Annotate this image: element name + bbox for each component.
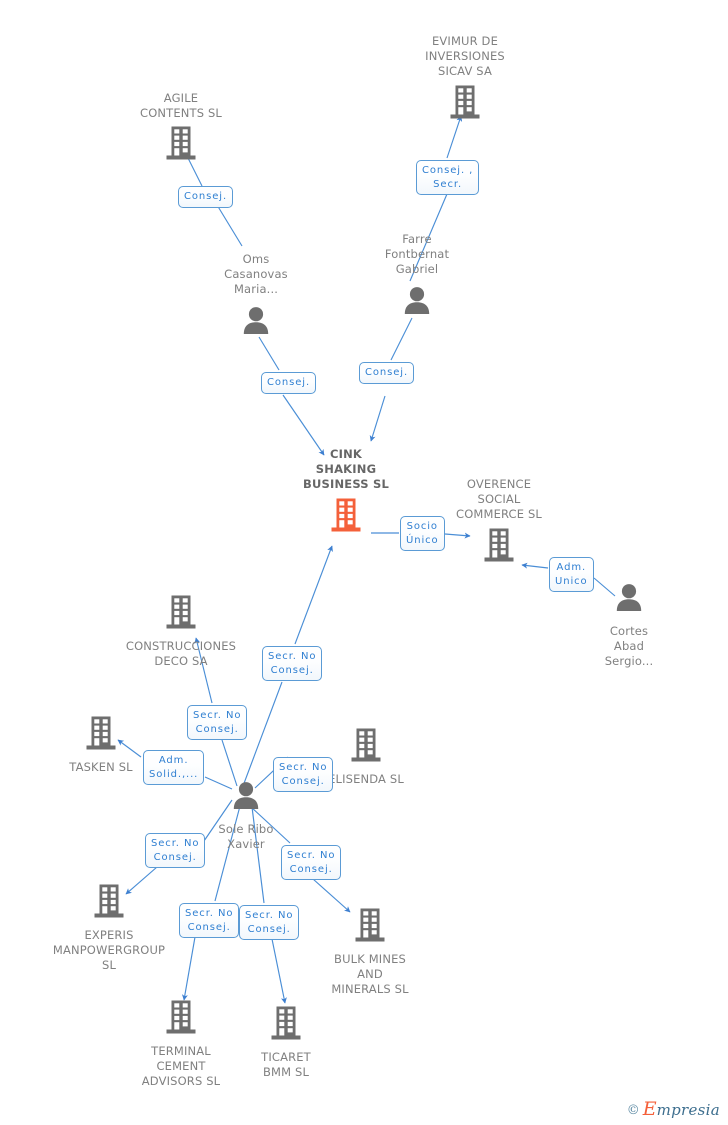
relation-label-oms-to-cink[interactable]: Consej. [261, 372, 317, 394]
node-label: TERMINAL CEMENT ADVISORS SL [141, 1044, 221, 1088]
company-building-icon [355, 908, 385, 942]
edge-sole-to-r9 [204, 776, 233, 790]
node-label: Cortes Abad Sergio... [604, 624, 654, 668]
company-building-icon [271, 1006, 301, 1040]
edge-r2-to-evimur [446, 115, 463, 159]
edge-r9-to-tasken [117, 739, 142, 758]
node-label: TASKEN SL [69, 760, 133, 774]
edge-sole-to-r8 [221, 739, 238, 787]
edge-farre-to-r4 [390, 317, 413, 361]
node-label: EVIMUR DE INVERSIONES SICAV SA [425, 34, 505, 78]
edge-r13-to-terminal [181, 936, 196, 1001]
relationship-graph-canvas: AGILE CONTENTS SL EVIMUR DE INVERSIONES S… [0, 0, 728, 1125]
edge-paths [117, 115, 616, 1004]
company-building-icon [484, 528, 514, 562]
node-label: BULK MINES AND MINERALS SL [331, 952, 409, 996]
edge-r7-to-cink [294, 545, 333, 645]
company-building-icon [166, 1000, 196, 1034]
node-label: Oms Casanovas Maria... [224, 252, 288, 296]
node-label: AGILE CONTENTS SL [140, 91, 222, 120]
relation-label-sole-to-terminal[interactable]: Secr. No Consej. [179, 903, 240, 938]
edge-sole-to-r13 [214, 805, 241, 902]
brand-wordmark: Empresia [642, 1098, 720, 1120]
relation-label-sole-to-bulk[interactable]: Secr. No Consej. [281, 845, 342, 880]
relation-label-farre-to-cink[interactable]: Consej. [359, 362, 415, 384]
company-building-icon [450, 85, 480, 119]
edge-r4-to-cink [369, 395, 386, 442]
company-building-icon [351, 728, 381, 762]
company-building-icon [166, 595, 196, 629]
edge-r3-to-cink [282, 394, 325, 456]
node-label: Sole Ribo Xavier [218, 822, 274, 851]
edge-r5-to-overence [444, 532, 471, 539]
relation-label-sole-to-ticaret[interactable]: Secr. No Consej. [239, 905, 300, 940]
company-building-icon [86, 716, 116, 750]
company-building-icon [331, 498, 361, 532]
person-icon [616, 583, 642, 611]
edge-r12-to-bulk [312, 878, 351, 913]
node-label: EXPERIS MANPOWERGROUP SL [52, 928, 166, 972]
relation-label-sole-to-elisenda[interactable]: Secr. No Consej. [273, 757, 334, 792]
edge-cortes-to-r6 [593, 577, 616, 597]
relation-label-cortes-to-overence[interactable]: Adm. Unico [549, 557, 594, 592]
edge-r11-to-experis [125, 866, 158, 895]
relation-label-sole-to-cink[interactable]: Secr. No Consej. [262, 646, 323, 681]
relation-label-sole-to-construcciones[interactable]: Secr. No Consej. [187, 705, 248, 740]
edge-r6-to-overence [521, 562, 549, 569]
person-icon [233, 781, 259, 809]
empresia-watermark: © Empresia [626, 1098, 720, 1120]
relation-label-farre-to-evimur[interactable]: Consej. , Secr. [416, 160, 480, 195]
person-icon [243, 306, 269, 334]
node-label: CONSTRUCCIONES DECO SA [125, 639, 237, 668]
edge-r14-to-ticaret [271, 938, 287, 1004]
relation-label-cink-to-overence[interactable]: Socio Único [400, 516, 445, 551]
copyright-icon: © [626, 1102, 640, 1118]
node-label: TICARET BMM SL [261, 1050, 311, 1079]
relation-label-sole-to-tasken[interactable]: Adm. Solid.,... [143, 750, 205, 785]
node-label: OVERENCE SOCIAL COMMERCE SL [456, 477, 542, 521]
node-label: ELISENDA SL [328, 772, 404, 786]
node-label: CINK SHAKING BUSINESS SL [302, 447, 390, 491]
edge-oms-to-r3 [258, 336, 280, 371]
company-building-icon [166, 126, 196, 160]
company-building-icon [94, 884, 124, 918]
relation-label-sole-to-experis[interactable]: Secr. No Consej. [145, 833, 206, 868]
person-icon [404, 286, 430, 314]
node-label: Farre Fontbernat Gabriel [384, 232, 450, 276]
relation-label-oms-to-agile[interactable]: Consej. [178, 186, 234, 208]
